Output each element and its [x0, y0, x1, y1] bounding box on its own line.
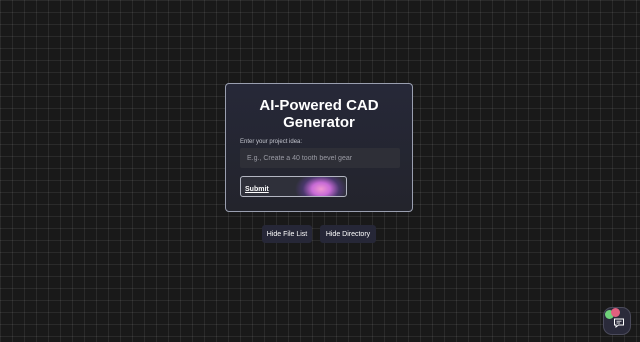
chat-bubble-icon	[614, 318, 624, 329]
page-title: AI-Powered CAD Generator	[259, 97, 379, 131]
project-idea-input[interactable]	[240, 148, 400, 168]
submit-button-label: Submit	[245, 186, 269, 193]
hide-file-list-button[interactable]: Hide File List	[262, 225, 312, 243]
cad-generator-card: AI-Powered CAD Generator Enter your proj…	[225, 83, 413, 212]
status-dot-pink	[611, 308, 620, 317]
submit-button[interactable]: Submit	[240, 176, 347, 197]
chat-widget-button[interactable]	[603, 307, 631, 335]
project-idea-label: Enter your project idea:	[240, 139, 303, 145]
hide-directory-button[interactable]: Hide Directory	[320, 225, 376, 243]
